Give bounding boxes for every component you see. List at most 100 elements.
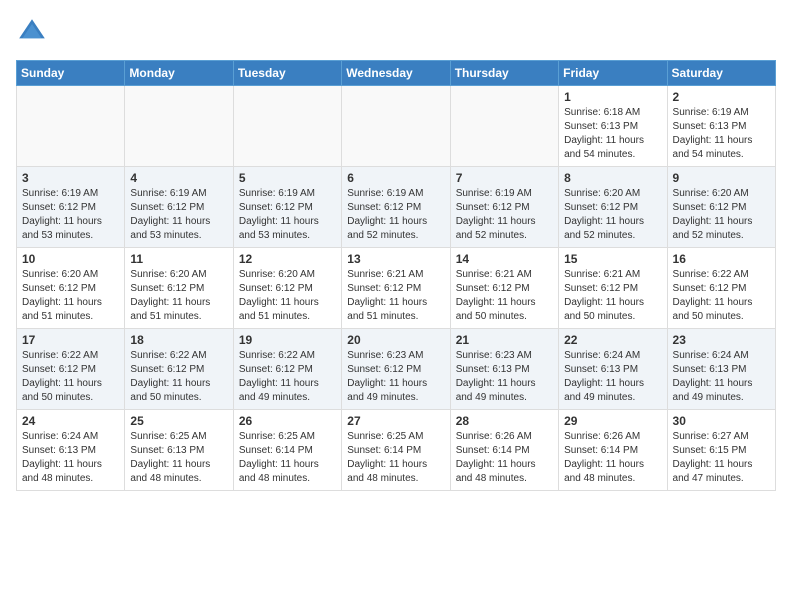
- day-info: Sunrise: 6:20 AM Sunset: 6:12 PM Dayligh…: [130, 268, 227, 324]
- calendar-cell: 11 Sunrise: 6:20 AM Sunset: 6:12 PM Dayli…: [125, 248, 233, 329]
- day-number: 16: [673, 252, 770, 266]
- day-number: 9: [673, 171, 770, 185]
- day-number: 22: [564, 333, 661, 347]
- weekday-header-wednesday: Wednesday: [342, 61, 450, 86]
- calendar-cell: [125, 86, 233, 167]
- weekday-header-friday: Friday: [559, 61, 667, 86]
- day-info: Sunrise: 6:27 AM Sunset: 6:15 PM Dayligh…: [673, 430, 770, 486]
- calendar-cell: 13 Sunrise: 6:21 AM Sunset: 6:12 PM Dayli…: [342, 248, 450, 329]
- day-number: 15: [564, 252, 661, 266]
- day-info: Sunrise: 6:26 AM Sunset: 6:14 PM Dayligh…: [456, 430, 553, 486]
- logo-icon: [16, 16, 48, 48]
- day-info: Sunrise: 6:19 AM Sunset: 6:12 PM Dayligh…: [456, 187, 553, 243]
- day-info: Sunrise: 6:24 AM Sunset: 6:13 PM Dayligh…: [22, 430, 119, 486]
- calendar-table: SundayMondayTuesdayWednesdayThursdayFrid…: [16, 60, 776, 491]
- day-info: Sunrise: 6:24 AM Sunset: 6:13 PM Dayligh…: [673, 349, 770, 405]
- week-row-4: 17 Sunrise: 6:22 AM Sunset: 6:12 PM Dayli…: [17, 329, 776, 410]
- week-row-1: 1 Sunrise: 6:18 AM Sunset: 6:13 PM Daylig…: [17, 86, 776, 167]
- day-number: 19: [239, 333, 336, 347]
- calendar-cell: 7 Sunrise: 6:19 AM Sunset: 6:12 PM Daylig…: [450, 167, 558, 248]
- day-number: 26: [239, 414, 336, 428]
- day-info: Sunrise: 6:22 AM Sunset: 6:12 PM Dayligh…: [130, 349, 227, 405]
- day-number: 24: [22, 414, 119, 428]
- day-number: 14: [456, 252, 553, 266]
- day-info: Sunrise: 6:25 AM Sunset: 6:13 PM Dayligh…: [130, 430, 227, 486]
- calendar-cell: [17, 86, 125, 167]
- calendar-cell: 15 Sunrise: 6:21 AM Sunset: 6:12 PM Dayli…: [559, 248, 667, 329]
- day-number: 30: [673, 414, 770, 428]
- calendar-cell: [450, 86, 558, 167]
- day-info: Sunrise: 6:24 AM Sunset: 6:13 PM Dayligh…: [564, 349, 661, 405]
- day-info: Sunrise: 6:20 AM Sunset: 6:12 PM Dayligh…: [673, 187, 770, 243]
- calendar-cell: 1 Sunrise: 6:18 AM Sunset: 6:13 PM Daylig…: [559, 86, 667, 167]
- day-info: Sunrise: 6:19 AM Sunset: 6:12 PM Dayligh…: [239, 187, 336, 243]
- day-number: 2: [673, 90, 770, 104]
- calendar-cell: 28 Sunrise: 6:26 AM Sunset: 6:14 PM Dayli…: [450, 410, 558, 491]
- day-number: 13: [347, 252, 444, 266]
- day-info: Sunrise: 6:21 AM Sunset: 6:12 PM Dayligh…: [564, 268, 661, 324]
- day-info: Sunrise: 6:19 AM Sunset: 6:12 PM Dayligh…: [347, 187, 444, 243]
- calendar-cell: 24 Sunrise: 6:24 AM Sunset: 6:13 PM Dayli…: [17, 410, 125, 491]
- calendar-cell: 16 Sunrise: 6:22 AM Sunset: 6:12 PM Dayli…: [667, 248, 775, 329]
- day-info: Sunrise: 6:25 AM Sunset: 6:14 PM Dayligh…: [347, 430, 444, 486]
- week-row-3: 10Sunrise: 6:20 AM Sunset: 6:12 PM Dayli…: [17, 248, 776, 329]
- day-info: Sunrise: 6:20 AM Sunset: 6:12 PM Dayligh…: [564, 187, 661, 243]
- weekday-header-tuesday: Tuesday: [233, 61, 341, 86]
- day-info: Sunrise: 6:21 AM Sunset: 6:12 PM Dayligh…: [456, 268, 553, 324]
- day-info: Sunrise: 6:22 AM Sunset: 6:12 PM Dayligh…: [673, 268, 770, 324]
- day-number: 29: [564, 414, 661, 428]
- day-info: Sunrise: 6:20 AM Sunset: 6:12 PM Dayligh…: [239, 268, 336, 324]
- day-info: Sunrise: 6:21 AM Sunset: 6:12 PM Dayligh…: [347, 268, 444, 324]
- calendar-cell: 9 Sunrise: 6:20 AM Sunset: 6:12 PM Daylig…: [667, 167, 775, 248]
- day-number: 7: [456, 171, 553, 185]
- calendar-cell: 10Sunrise: 6:20 AM Sunset: 6:12 PM Dayli…: [17, 248, 125, 329]
- calendar-cell: 25 Sunrise: 6:25 AM Sunset: 6:13 PM Dayli…: [125, 410, 233, 491]
- calendar-cell: [342, 86, 450, 167]
- calendar-cell: 23 Sunrise: 6:24 AM Sunset: 6:13 PM Dayli…: [667, 329, 775, 410]
- calendar-cell: 14 Sunrise: 6:21 AM Sunset: 6:12 PM Dayli…: [450, 248, 558, 329]
- day-number: 8: [564, 171, 661, 185]
- calendar-cell: 18Sunrise: 6:22 AM Sunset: 6:12 PM Dayli…: [125, 329, 233, 410]
- calendar-cell: 20 Sunrise: 6:23 AM Sunset: 6:12 PM Dayli…: [342, 329, 450, 410]
- weekday-header-row: SundayMondayTuesdayWednesdayThursdayFrid…: [17, 61, 776, 86]
- day-number: 3: [22, 171, 119, 185]
- day-number: 12: [239, 252, 336, 266]
- weekday-header-saturday: Saturday: [667, 61, 775, 86]
- week-row-5: 24 Sunrise: 6:24 AM Sunset: 6:13 PM Dayli…: [17, 410, 776, 491]
- day-number: 11: [130, 252, 227, 266]
- logo: [16, 16, 52, 48]
- weekday-header-monday: Monday: [125, 61, 233, 86]
- day-number: 17: [22, 333, 119, 347]
- calendar-cell: 26 Sunrise: 6:25 AM Sunset: 6:14 PM Dayli…: [233, 410, 341, 491]
- day-number: 21: [456, 333, 553, 347]
- calendar-cell: 2 Sunrise: 6:19 AM Sunset: 6:13 PM Daylig…: [667, 86, 775, 167]
- day-info: Sunrise: 6:20 AM Sunset: 6:12 PM Dayligh…: [22, 268, 119, 324]
- day-number: 1: [564, 90, 661, 104]
- calendar-cell: 12 Sunrise: 6:20 AM Sunset: 6:12 PM Dayli…: [233, 248, 341, 329]
- calendar-cell: 21Sunrise: 6:23 AM Sunset: 6:13 PM Dayli…: [450, 329, 558, 410]
- calendar-cell: 5Sunrise: 6:19 AM Sunset: 6:12 PM Daylig…: [233, 167, 341, 248]
- day-info: Sunrise: 6:25 AM Sunset: 6:14 PM Dayligh…: [239, 430, 336, 486]
- day-info: Sunrise: 6:22 AM Sunset: 6:12 PM Dayligh…: [239, 349, 336, 405]
- weekday-header-sunday: Sunday: [17, 61, 125, 86]
- day-info: Sunrise: 6:18 AM Sunset: 6:13 PM Dayligh…: [564, 106, 661, 162]
- day-number: 20: [347, 333, 444, 347]
- day-number: 27: [347, 414, 444, 428]
- day-number: 25: [130, 414, 227, 428]
- day-info: Sunrise: 6:22 AM Sunset: 6:12 PM Dayligh…: [22, 349, 119, 405]
- day-info: Sunrise: 6:23 AM Sunset: 6:12 PM Dayligh…: [347, 349, 444, 405]
- calendar-cell: 8 Sunrise: 6:20 AM Sunset: 6:12 PM Daylig…: [559, 167, 667, 248]
- calendar-cell: [233, 86, 341, 167]
- weekday-header-thursday: Thursday: [450, 61, 558, 86]
- calendar-cell: 27 Sunrise: 6:25 AM Sunset: 6:14 PM Dayli…: [342, 410, 450, 491]
- day-number: 4: [130, 171, 227, 185]
- calendar-cell: 30 Sunrise: 6:27 AM Sunset: 6:15 PM Dayli…: [667, 410, 775, 491]
- day-number: 28: [456, 414, 553, 428]
- calendar-cell: 17 Sunrise: 6:22 AM Sunset: 6:12 PM Dayli…: [17, 329, 125, 410]
- calendar-cell: 22 Sunrise: 6:24 AM Sunset: 6:13 PM Dayli…: [559, 329, 667, 410]
- day-info: Sunrise: 6:26 AM Sunset: 6:14 PM Dayligh…: [564, 430, 661, 486]
- day-info: Sunrise: 6:19 AM Sunset: 6:13 PM Dayligh…: [673, 106, 770, 162]
- header: [16, 16, 776, 48]
- calendar-cell: 19 Sunrise: 6:22 AM Sunset: 6:12 PM Dayli…: [233, 329, 341, 410]
- day-number: 23: [673, 333, 770, 347]
